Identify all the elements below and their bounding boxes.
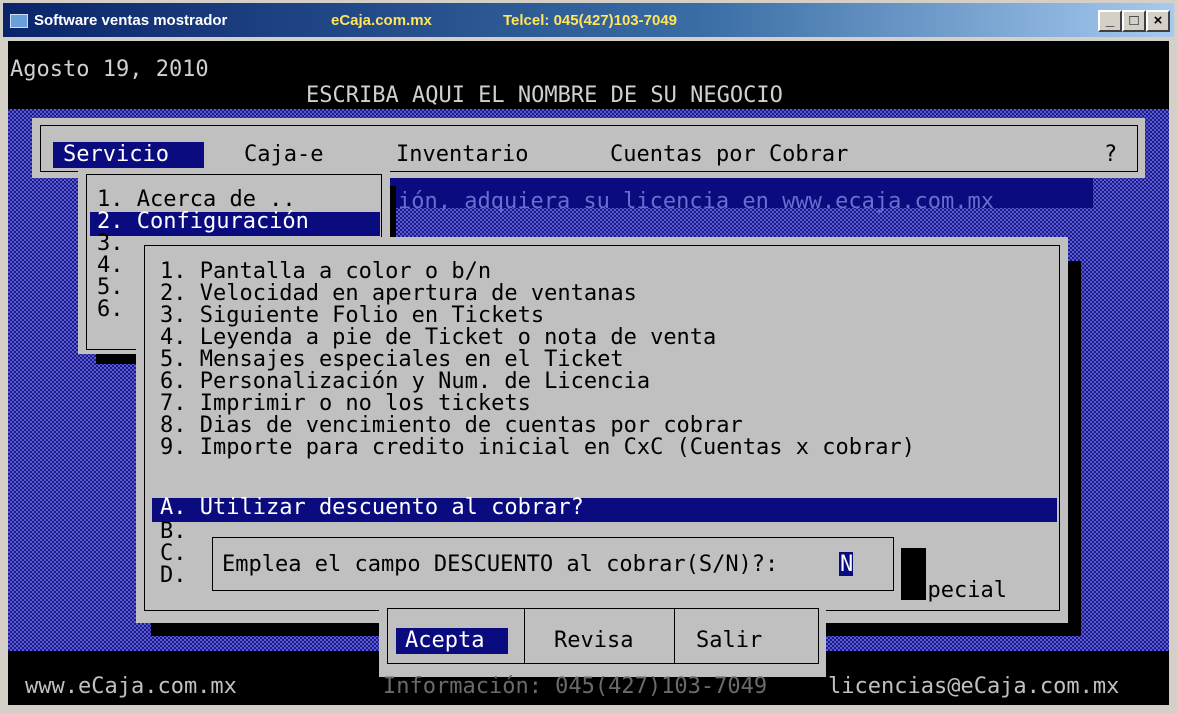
menu-inventario[interactable]: Inventario bbox=[396, 142, 528, 168]
status-email[interactable]: licencias@eCaja.com.mx bbox=[828, 674, 1119, 700]
prompt-value: N bbox=[840, 552, 854, 577]
config-item-9[interactable]: 9. Importe para credito inicial en CxC (… bbox=[160, 435, 915, 461]
status-info: Información: 045(427)103-7049 bbox=[383, 674, 768, 699]
review-button[interactable]: Revisa bbox=[554, 628, 633, 654]
status-site[interactable]: www.eCaja.com.mx bbox=[25, 674, 237, 700]
close-button[interactable]: × bbox=[1146, 10, 1170, 32]
button-divider bbox=[524, 609, 525, 663]
terminal-screen: Agosto 19, 2010 ESCRIBA AQUI EL NOMBRE D… bbox=[8, 41, 1169, 705]
minimize-button[interactable]: _ bbox=[1098, 10, 1122, 32]
config-trailing-text: especial bbox=[901, 578, 1007, 603]
menu-servicio[interactable]: Servicio bbox=[63, 142, 169, 168]
prompt-input[interactable]: N bbox=[839, 552, 854, 577]
app-icon bbox=[10, 14, 28, 28]
maximize-button[interactable]: □ bbox=[1122, 10, 1146, 32]
config-item-d[interactable]: D. bbox=[160, 563, 187, 589]
title-bar: Software ventas mostrador eCaja.com.mx T… bbox=[3, 3, 1174, 37]
menu-help[interactable]: ? bbox=[1104, 142, 1117, 168]
marquee-text: ión, adquiera su licencia en www.ecaja.c… bbox=[398, 189, 995, 214]
accept-button[interactable]: Acepta bbox=[405, 628, 484, 654]
date-label: Agosto 19, 2010 bbox=[10, 57, 209, 82]
exit-button[interactable]: Salir bbox=[696, 628, 762, 654]
title-phone: Telcel: 045(427)103-7049 bbox=[503, 12, 678, 29]
business-name: ESCRIBA AQUI EL NOMBRE DE SU NEGOCIO bbox=[306, 83, 783, 108]
title-site: eCaja.com.mx bbox=[331, 12, 432, 29]
servicio-item-6[interactable]: 6. bbox=[97, 297, 124, 323]
config-item-a[interactable]: A. Utilizar descuento al cobrar? bbox=[160, 495, 584, 521]
menu-caja-e[interactable]: Caja-e bbox=[244, 142, 323, 168]
menu-bar-frame bbox=[40, 125, 1138, 172]
window-title: Software ventas mostrador bbox=[34, 12, 228, 29]
button-divider bbox=[674, 609, 675, 663]
menu-cuentas-por-cobrar[interactable]: Cuentas por Cobrar bbox=[610, 142, 848, 168]
prompt-label: Emplea el campo DESCUENTO al cobrar(S/N)… bbox=[222, 552, 779, 577]
servicio-item-configuracion[interactable]: 2. Configuración bbox=[97, 209, 309, 235]
